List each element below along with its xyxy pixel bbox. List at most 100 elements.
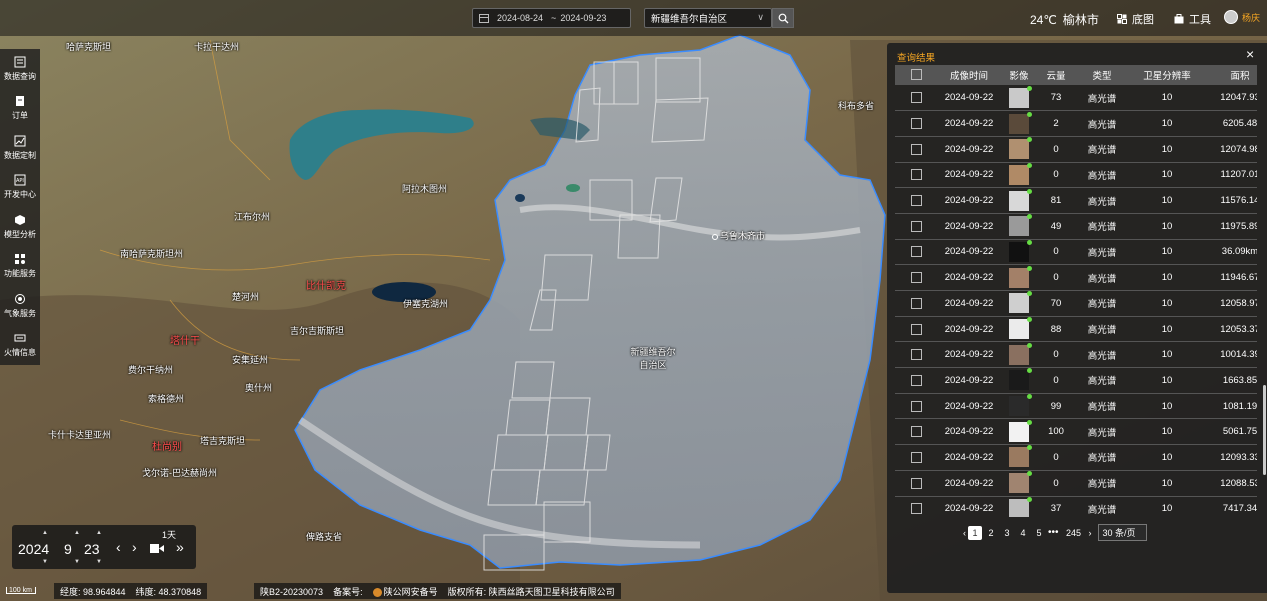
sidebar-item-model-analysis[interactable]: 模型分析 (0, 207, 40, 247)
results-table-wrapper[interactable]: 成像时间 影像 云量 类型 卫星分辨率 面积 2024-09-22 73 高光谱 10… (895, 65, 1257, 517)
select-all-checkbox[interactable] (910, 69, 922, 81)
cell-image[interactable] (1001, 341, 1037, 369)
image-thumbnail[interactable] (1009, 111, 1032, 134)
cell-image[interactable] (1001, 162, 1037, 189)
row-checkbox[interactable] (910, 143, 922, 155)
sidebar-item-data-query[interactable]: 数据查询 (0, 49, 40, 89)
table-row[interactable]: 2024-09-22 0 高光谱 10 11946.67 (895, 264, 1257, 291)
row-checkbox-cell[interactable] (895, 187, 937, 214)
image-thumbnail[interactable] (1009, 265, 1032, 288)
cell-image[interactable] (1001, 136, 1037, 163)
table-row[interactable]: 2024-09-22 0 高光谱 10 36.09km (895, 239, 1257, 266)
basemap-button[interactable]: 底图 (1117, 11, 1154, 27)
year-value[interactable]: 2024 (18, 541, 49, 557)
row-checkbox-cell[interactable] (895, 264, 937, 291)
row-checkbox[interactable] (910, 169, 922, 181)
police-record[interactable]: 陕公网安备号 (372, 585, 438, 598)
row-checkbox[interactable] (910, 451, 922, 463)
month-down-arrow[interactable]: ▼ (74, 559, 80, 565)
image-thumbnail[interactable] (1009, 188, 1032, 211)
image-thumbnail[interactable] (1009, 162, 1032, 185)
page-1[interactable]: 1 (968, 525, 982, 540)
row-checkbox[interactable] (910, 374, 922, 386)
cell-image[interactable] (1001, 316, 1037, 343)
row-checkbox-cell[interactable] (895, 470, 937, 497)
row-checkbox-cell[interactable] (895, 85, 937, 112)
row-checkbox-cell[interactable] (895, 418, 937, 446)
row-checkbox[interactable] (910, 220, 922, 232)
day-value[interactable]: 23 (84, 541, 100, 557)
tools-button[interactable]: 工具 (1174, 11, 1211, 27)
image-thumbnail[interactable] (1009, 85, 1032, 108)
image-thumbnail[interactable] (1009, 342, 1032, 365)
cell-image[interactable] (1001, 496, 1037, 517)
row-checkbox[interactable] (910, 400, 922, 412)
row-checkbox-cell[interactable] (895, 162, 937, 189)
table-row[interactable]: 2024-09-22 0 高光谱 10 12088.53 (895, 470, 1257, 497)
cell-image[interactable] (1001, 264, 1037, 291)
table-row[interactable]: 2024-09-22 49 高光谱 10 11975.89 (895, 213, 1257, 240)
select-all-checkbox-cell[interactable] (895, 65, 937, 85)
col-header-time[interactable]: 成像时间 (937, 65, 1001, 85)
row-checkbox[interactable] (910, 323, 922, 335)
row-checkbox[interactable] (910, 118, 922, 130)
row-checkbox[interactable] (910, 246, 922, 258)
page-size-select[interactable]: 30 条/页 (1097, 524, 1147, 541)
row-checkbox-cell[interactable] (895, 136, 937, 163)
table-row[interactable]: 2024-09-22 0 高光谱 10 12093.33 (895, 444, 1257, 471)
year-down-arrow[interactable]: ▼ (42, 559, 48, 565)
page-2[interactable]: 2 (984, 526, 998, 540)
video-play-icon[interactable] (150, 544, 164, 553)
cell-image[interactable] (1001, 239, 1037, 266)
row-checkbox[interactable] (910, 272, 922, 284)
table-row[interactable]: 2024-09-22 0 高光谱 10 1663.85 (895, 367, 1257, 394)
cell-image[interactable] (1001, 393, 1037, 420)
col-header-area[interactable]: 面积 (1205, 65, 1257, 85)
row-checkbox[interactable] (910, 92, 922, 104)
row-checkbox[interactable] (910, 297, 922, 309)
region-select[interactable]: 新疆维吾尔自治区 ∨ (644, 8, 772, 28)
search-button[interactable] (772, 8, 794, 28)
cell-image[interactable] (1001, 187, 1037, 214)
image-thumbnail[interactable] (1009, 394, 1032, 417)
sidebar-item-dev-center[interactable]: API 开发中心 (0, 168, 40, 208)
prev-day-button[interactable]: ‹ (116, 539, 121, 555)
table-row[interactable]: 2024-09-22 0 高光谱 10 12074.98 (895, 136, 1257, 163)
sidebar-item-weather-service[interactable]: 气象服务 (0, 286, 40, 326)
image-thumbnail[interactable] (1009, 291, 1032, 314)
cell-image[interactable] (1001, 470, 1037, 497)
page-last[interactable]: 245 (1063, 526, 1085, 540)
row-checkbox-cell[interactable] (895, 316, 937, 343)
table-row[interactable]: 2024-09-22 100 高光谱 10 5061.75 (895, 418, 1257, 446)
table-row[interactable]: 2024-09-22 88 高光谱 10 12053.37 (895, 316, 1257, 343)
col-header-resolution[interactable]: 卫星分辨率 (1129, 65, 1205, 85)
row-checkbox-cell[interactable] (895, 367, 937, 394)
month-value[interactable]: 9 (64, 541, 72, 557)
image-thumbnail[interactable] (1009, 137, 1032, 160)
prev-page-button[interactable]: ‹ (963, 528, 966, 538)
table-row[interactable]: 2024-09-22 81 高光谱 10 11576.14 (895, 187, 1257, 214)
row-checkbox-cell[interactable] (895, 341, 937, 369)
row-checkbox-cell[interactable] (895, 290, 937, 317)
row-checkbox[interactable] (910, 426, 922, 438)
sidebar-item-function-service[interactable]: 功能服务 (0, 247, 40, 287)
day-up-arrow[interactable]: ▲ (96, 530, 102, 536)
day-down-arrow[interactable]: ▼ (96, 559, 102, 565)
page-4[interactable]: 4 (1016, 526, 1030, 540)
image-thumbnail[interactable] (1009, 496, 1032, 517)
col-header-cloud[interactable]: 云量 (1037, 65, 1075, 85)
sidebar-item-data-custom[interactable]: 数据定制 (0, 128, 40, 168)
cell-image[interactable] (1001, 85, 1037, 112)
user-menu[interactable]: 杨庆 (1224, 10, 1260, 24)
image-thumbnail[interactable] (1009, 368, 1032, 391)
table-row[interactable]: 2024-09-22 0 高光谱 10 10014.39 (895, 341, 1257, 369)
month-up-arrow[interactable]: ▲ (74, 530, 80, 536)
fast-forward-button[interactable]: » (176, 539, 184, 555)
table-row[interactable]: 2024-09-22 0 高光谱 10 11207.01 (895, 162, 1257, 189)
row-checkbox-cell[interactable] (895, 110, 937, 137)
table-row[interactable]: 2024-09-22 70 高光谱 10 12058.97 (895, 290, 1257, 317)
image-thumbnail[interactable] (1009, 419, 1032, 442)
cell-image[interactable] (1001, 110, 1037, 137)
next-day-button[interactable]: › (132, 539, 137, 555)
table-scrollbar[interactable] (1263, 385, 1266, 475)
